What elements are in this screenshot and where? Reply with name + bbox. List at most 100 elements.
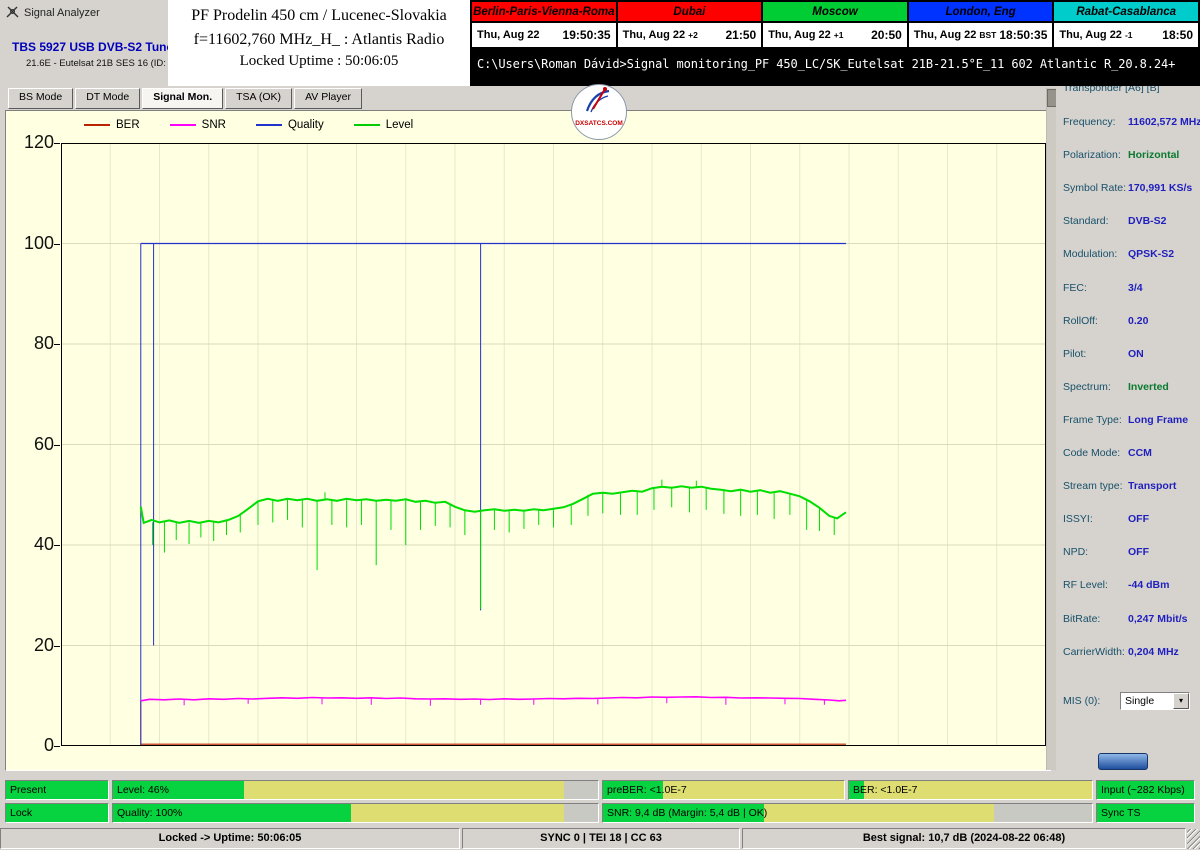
mis-combobox-value: Single [1125, 695, 1154, 707]
antenna-icon [6, 5, 19, 21]
legend-swatch [354, 124, 380, 126]
sidebar-param-value: QPSK-S2 [1128, 248, 1174, 260]
status-syncts: Sync TS [1096, 803, 1195, 823]
sidebar-row-npd: NPD:OFF [1056, 546, 1200, 560]
legend-swatch [170, 124, 196, 126]
status-segment-gray [564, 804, 598, 822]
sidebar-param-label: Polarization: [1063, 149, 1121, 161]
sidebar-param-label: FEC: [1063, 282, 1087, 294]
sidebar-param-label: Modulation: [1063, 248, 1117, 260]
clock-time-cell: Thu, Aug 22 19:50:35 [471, 22, 617, 48]
sidebar-param-value: Horizontal [1128, 149, 1179, 161]
chart-plot [61, 143, 1046, 746]
legend-item-level: Level [354, 119, 414, 131]
sidebar-row-pilot: Pilot: ON [1056, 348, 1200, 362]
statusbar-locked-uptime: Locked -> Uptime: 50:06:05 [0, 828, 460, 849]
y-axis-label: 40 [10, 534, 54, 555]
legend-item-snr: SNR [170, 119, 226, 131]
header-box: PF Prodelin 450 cm / Lucenec-Slovakia f=… [168, 0, 470, 86]
sidebar-param-value: Transport [1128, 480, 1176, 492]
clock-time: 21:50 [725, 28, 756, 42]
tab-bs-mode[interactable]: BS Mode [8, 88, 73, 109]
statusbar-best-signal: Best signal: 10,7 dB (2024-08-22 06:48) [742, 828, 1186, 849]
legend-label: Level [386, 119, 414, 131]
clock-time-cell: Thu, Aug 22BST18:50:35 [908, 22, 1054, 48]
legend-item-quality: Quality [256, 119, 324, 131]
sidebar-param-value: Inverted [1128, 381, 1169, 393]
chevron-down-icon[interactable]: ▾ [1173, 693, 1189, 709]
status-label-preber: preBER: <1.0E-7 [607, 781, 687, 799]
sidebar-blue-indicator[interactable] [1098, 753, 1148, 770]
sidebar-param-value: Long Frame [1128, 414, 1188, 426]
status-preber: preBER: <1.0E-7 [602, 780, 845, 800]
status-segment-gray [994, 804, 1092, 822]
clock-city-header: Moscow [762, 1, 908, 22]
clock-time: 20:50 [871, 28, 902, 42]
status-label-present: Present [10, 781, 46, 799]
sidebar-param-label: Symbol Rate: [1063, 182, 1126, 194]
chart-scrollbar[interactable] [1046, 88, 1056, 770]
sidebar-row-modulation: Modulation: QPSK-S2 [1056, 248, 1200, 262]
status-quality: Quality: 100% [112, 803, 599, 823]
sidebar-param-value: DVB-S2 [1128, 215, 1167, 227]
legend-swatch [256, 124, 282, 126]
console-command-line: C:\Users\Roman Dávid>Signal monitoring_P… [471, 48, 1199, 80]
sidebar-param-label: Stream type: [1063, 480, 1123, 492]
status-input: Input (~282 Kbps) [1096, 780, 1195, 800]
clock-city-header: Rabat-Casablanca [1053, 1, 1199, 22]
sidebar-param-label: ISSYI: [1063, 513, 1093, 525]
tab-dt-mode[interactable]: DT Mode [75, 88, 140, 109]
sidebar-row-transponder: Transponder [A6] [B] [1056, 86, 1200, 96]
sidebar-row-symbolrate: Symbol Rate:170,991 KS/s [1056, 182, 1200, 196]
resize-grip[interactable] [1187, 829, 1200, 849]
y-axis-tick [54, 746, 60, 747]
tab-av-player[interactable]: AV Player [294, 88, 362, 109]
mode-tabs: BS ModeDT ModeSignal Mon.TSA (OK)AV Play… [8, 88, 362, 109]
sidebar-param-value: OFF [1128, 546, 1149, 558]
sidebar-row-frequency: Frequency:11602,572 MHz [1056, 116, 1200, 130]
status-lock: Lock [5, 803, 109, 823]
sidebar-param-label: Pilot: [1063, 348, 1086, 360]
window-titlebar: Signal Analyzer [6, 5, 100, 21]
clock-date: Thu, Aug 22 [768, 29, 831, 41]
sidebar-row-rflevel: RF Level:-44 dBm [1056, 579, 1200, 593]
legend-swatch [84, 124, 110, 126]
status-label-ber: BER: <1.0E-7 [853, 781, 918, 799]
clock-date: Thu, Aug 22 [477, 29, 540, 41]
clock-city-header: Berlin-Paris-Vienna-Roma [471, 1, 617, 22]
status-snr: SNR: 9,4 dB (Margin: 5,4 dB | OK) [602, 803, 1093, 823]
mis-combobox[interactable]: Single ▾ [1120, 692, 1190, 710]
y-axis-tick [54, 143, 60, 144]
status-label-quality: Quality: 100% [117, 804, 182, 822]
signal-chart-panel: BERSNRQualityLevel 020406080100120 [5, 110, 1051, 771]
sidebar-param-label: Transponder [A6] [B] [1063, 86, 1160, 94]
clock-time: 18:50:35 [999, 28, 1047, 42]
sidebar-param-value: 11602,572 MHz [1128, 116, 1200, 128]
sidebar-param-value: ON [1128, 348, 1144, 360]
legend-label: BER [116, 119, 140, 131]
transponder-sidebar: Transponder [A6] [B] Frequency:11602,572 … [1056, 86, 1200, 778]
sidebar-row-standard: Standard: DVB-S2 [1056, 215, 1200, 229]
sidebar-param-value: 0.20 [1128, 315, 1148, 327]
sidebar-param-label: Standard: [1063, 215, 1109, 227]
y-axis-label: 120 [10, 132, 54, 153]
dxsatcs-logo-circle: DXSATCS.COM [571, 84, 627, 140]
sidebar-row-polarization: Polarization: Horizontal [1056, 149, 1200, 163]
y-axis-label: 80 [10, 333, 54, 354]
clock-time: 19:50:35 [563, 28, 611, 42]
sidebar-row-spectrum: Spectrum:Inverted [1056, 381, 1200, 395]
status-present: Present [5, 780, 109, 800]
tab-tsa-ok-[interactable]: TSA (OK) [225, 88, 292, 109]
tab-signal-mon-[interactable]: Signal Mon. [142, 88, 223, 109]
header-dish-location: PF Prodelin 450 cm / Lucenec-Slovakia [168, 0, 470, 25]
sidebar-row-frametype: Frame Type:Long Frame [1056, 414, 1200, 428]
clock-time-cell: Thu, Aug 22+120:50 [762, 22, 908, 48]
sidebar-row-carrierwidth: CarrierWidth:0,204 MHz [1056, 646, 1200, 660]
dxsatcs-antenna-icon [579, 85, 619, 119]
clock-time: 18:50 [1162, 28, 1193, 42]
dxsatcs-caption: DXSATCS.COM [575, 120, 623, 127]
sidebar-param-value: OFF [1128, 513, 1149, 525]
clock-date: Thu, Aug 22 [623, 29, 686, 41]
legend-item-ber: BER [84, 119, 140, 131]
status-segment-yellow [764, 804, 994, 822]
